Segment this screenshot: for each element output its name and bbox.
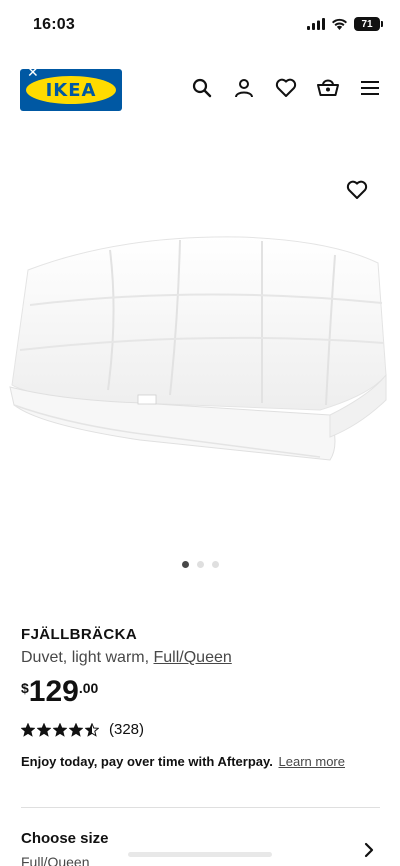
star-icon bbox=[53, 722, 67, 737]
battery-icon: 71 bbox=[354, 17, 383, 31]
divider bbox=[21, 807, 380, 808]
wifi-icon bbox=[332, 18, 347, 30]
price-decimal: .00 bbox=[78, 680, 99, 696]
chevron-right-icon[interactable] bbox=[364, 842, 374, 858]
account-icon[interactable] bbox=[232, 76, 256, 100]
save-to-favourites-button[interactable] bbox=[346, 180, 370, 204]
search-icon[interactable] bbox=[190, 76, 214, 100]
review-count: (328) bbox=[109, 721, 145, 738]
battery-level: 71 bbox=[361, 18, 373, 30]
afterpay-message: Enjoy today, pay over time with Afterpay… bbox=[21, 754, 381, 769]
star-icon bbox=[69, 722, 83, 737]
status-icons: 71 bbox=[307, 17, 383, 31]
signal-icon bbox=[307, 18, 325, 30]
home-indicator bbox=[128, 852, 272, 857]
cart-icon[interactable] bbox=[316, 76, 340, 100]
product-price: $ 129 .00 bbox=[21, 677, 381, 707]
product-type: Duvet, light warm, bbox=[21, 649, 150, 666]
logo-wordmark: IKEA bbox=[26, 76, 116, 104]
product-gallery[interactable] bbox=[0, 170, 400, 510]
selected-size: Full/Queen bbox=[21, 854, 90, 866]
header-actions bbox=[190, 76, 382, 100]
carousel-dot[interactable] bbox=[196, 561, 204, 568]
menu-icon[interactable] bbox=[358, 76, 382, 100]
favourites-icon[interactable] bbox=[274, 76, 298, 100]
product-rating[interactable]: (328) bbox=[21, 721, 381, 738]
status-bar: 16:03 71 bbox=[0, 0, 400, 52]
price-whole: 129 bbox=[28, 675, 79, 708]
star-icon bbox=[85, 722, 99, 737]
product-image bbox=[9, 236, 387, 461]
rating-stars bbox=[21, 722, 99, 737]
afterpay-learn-more-link[interactable]: Learn more bbox=[279, 754, 345, 769]
afterpay-text: Enjoy today, pay over time with Afterpay… bbox=[21, 754, 273, 769]
price-currency: $ bbox=[21, 680, 29, 696]
product-description: Duvet, light warm, Full/Queen bbox=[21, 649, 381, 667]
size-link[interactable]: Full/Queen bbox=[154, 649, 232, 666]
choose-size-label[interactable]: Choose size bbox=[21, 830, 109, 847]
status-time: 16:03 bbox=[33, 16, 75, 33]
star-icon bbox=[21, 722, 35, 737]
site-header: IKEA ✕ bbox=[0, 52, 400, 132]
carousel-dots bbox=[0, 561, 400, 568]
carousel-dot[interactable] bbox=[181, 561, 189, 568]
star-icon bbox=[37, 722, 51, 737]
product-name: FJÄLLBRÄCKA bbox=[21, 626, 138, 643]
heart-icon bbox=[346, 180, 368, 199]
product-info: FJÄLLBRÄCKA Duvet, light warm, Full/Quee… bbox=[21, 626, 381, 769]
close-icon[interactable]: ✕ bbox=[27, 64, 39, 81]
carousel-dot[interactable] bbox=[211, 561, 219, 568]
